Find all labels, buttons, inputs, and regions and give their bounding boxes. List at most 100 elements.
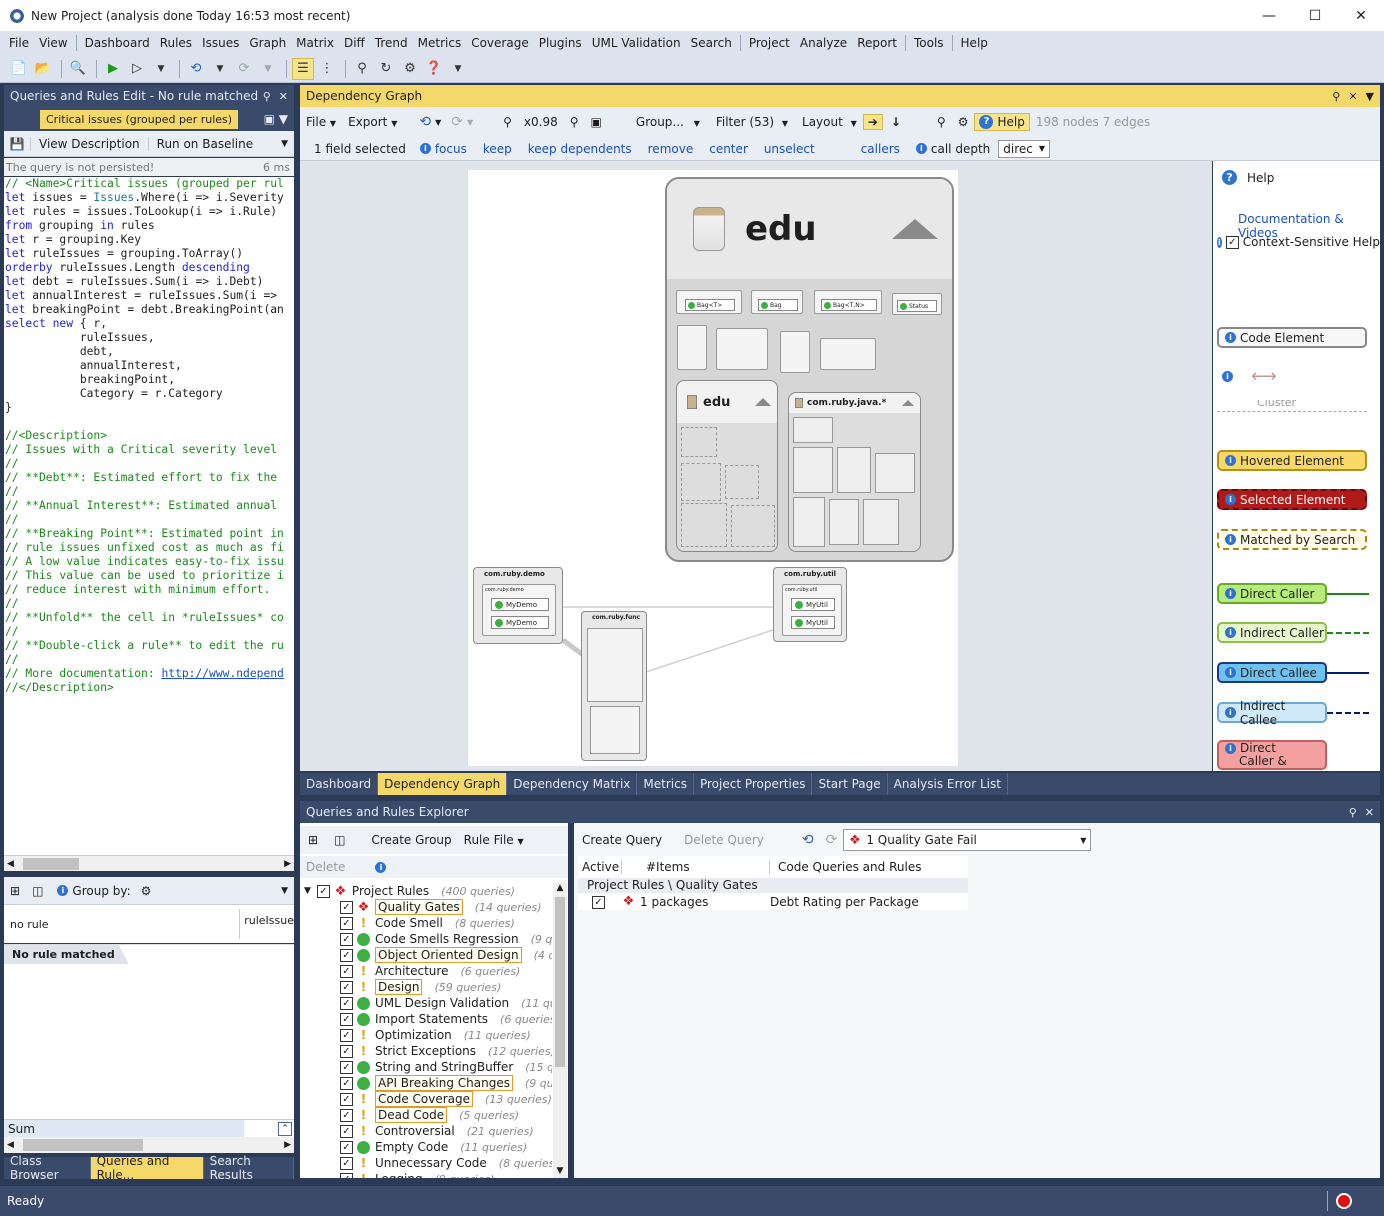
ruby-func-node[interactable]: com.ruby.func [581, 611, 647, 761]
col-ruleissues[interactable]: ruleIssue [239, 909, 294, 939]
direction-select[interactable]: direc ▼ [998, 139, 1051, 158]
graph-pin-icon[interactable]: ⚲ [1332, 90, 1340, 103]
action-keep-dependents[interactable]: keep dependents [528, 142, 632, 156]
menu-search[interactable]: Search [686, 36, 737, 50]
col-no-rule[interactable]: no rule [4, 918, 239, 931]
explorer-back-icon[interactable]: ⟲ [772, 832, 820, 848]
left-tab-2[interactable]: Search Results [204, 1154, 294, 1182]
rule-group-checkbox[interactable]: ✓ [340, 1092, 353, 1106]
rule-group-object-oriented-design[interactable]: ✓ Object Oriented Design (4 que [304, 947, 552, 963]
zoom-fit-icon[interactable]: ▣ [585, 115, 608, 129]
my-demo-node-1[interactable]: MyDemo [506, 601, 537, 609]
run-analysis-icon[interactable]: ▶ [102, 58, 124, 80]
run-options-icon[interactable]: ▷ [126, 58, 148, 80]
class-node-bag[interactable]: Bag [751, 290, 803, 314]
edu-inner-node[interactable]: edu [676, 380, 778, 552]
rule-group-strict-exceptions[interactable]: ✓! Strict Exceptions (12 queries) [304, 1043, 552, 1059]
menu-issues[interactable]: Issues [197, 36, 244, 50]
tab-menu-icon[interactable]: ▣ ▼ [264, 112, 294, 126]
center-tab-dashboard[interactable]: Dashboard [300, 773, 379, 795]
zoom-in-icon[interactable]: ⚲ [473, 115, 518, 129]
menu-view[interactable]: View [34, 36, 72, 50]
sum-collapse-icon[interactable]: ⌃ [278, 1121, 292, 1136]
maximize-button[interactable]: ☐ [1292, 0, 1338, 31]
delete-query-button[interactable]: Delete Query [670, 833, 772, 847]
delete-button[interactable]: Delete [300, 860, 351, 874]
query-row[interactable]: ✓ ❖ 1 packages Debt Rating per Package [578, 893, 968, 910]
menu-matrix[interactable]: Matrix [291, 36, 339, 50]
help-dropdown-icon[interactable]: ▼ [447, 58, 469, 80]
rule-group-code-coverage[interactable]: ✓! Code Coverage (13 queries) [304, 1091, 552, 1107]
rule-group-controversial[interactable]: ✓! Controversial (21 queries) [304, 1123, 552, 1139]
rule-group-import-statements[interactable]: ✓ Import Statements (6 queries) [304, 1011, 552, 1027]
rule-group-checkbox[interactable]: ✓ [340, 948, 353, 962]
collapse-triangle-icon[interactable] [892, 219, 938, 239]
class-node-a[interactable] [677, 325, 707, 370]
menu-file[interactable]: File [4, 36, 34, 50]
col-code-queries[interactable]: Code Queries and Rules [770, 860, 921, 874]
rule-group-checkbox[interactable]: ✓ [340, 1108, 353, 1122]
tree-root[interactable]: ▼ ✓ ❖ Project Rules (400 queries) [304, 883, 552, 899]
menu-uml-validation[interactable]: UML Validation [587, 36, 686, 50]
my-util-node-2[interactable]: MyUtil [806, 619, 828, 627]
query-toolbar-dropdown-icon[interactable]: ▼ [281, 139, 294, 149]
rule-group-design[interactable]: ✓! Design (59 queries) [304, 979, 552, 995]
rule-group-unnecessary-code[interactable]: ✓! Unnecessary Code (8 queries) [304, 1155, 552, 1171]
graph-back-icon[interactable]: ⟲ [403, 114, 435, 130]
tree-view-icon[interactable]: ☰ [292, 57, 314, 80]
open-project-icon[interactable]: 📂 [32, 58, 54, 80]
ruby-demo-node[interactable]: com.ruby.demo com.ruby.demo MyDemo MyDem… [473, 567, 563, 644]
left-tab-0[interactable]: Class Browser [4, 1154, 91, 1182]
menu-plugins[interactable]: Plugins [534, 36, 587, 50]
explorer-forward-icon[interactable]: ⟳ [820, 832, 844, 848]
graph-forward-icon[interactable]: ⟳ [441, 114, 467, 130]
quality-gate-select[interactable]: ❖ 1 Quality Gate Fail ▼ [843, 829, 1092, 851]
graph-menu-icon[interactable]: ▼ [1366, 90, 1374, 103]
rule-group-checkbox[interactable]: ✓ [340, 1076, 353, 1090]
run-dropdown-icon[interactable]: ▼ [150, 58, 172, 80]
rule-group-dead-code[interactable]: ✓! Dead Code (5 queries) [304, 1107, 552, 1123]
rule-group-checkbox[interactable]: ✓ [340, 1044, 353, 1058]
query-code-editor[interactable]: // <Name>Critical issues (grouped per ru… [4, 177, 294, 855]
menu-trend[interactable]: Trend [370, 36, 413, 50]
action-focus[interactable]: focus [435, 142, 467, 156]
explorer-collapse-icon[interactable]: ◫ [326, 833, 353, 847]
col-items[interactable]: #Items [622, 860, 770, 874]
my-demo-node-2[interactable]: MyDemo [506, 619, 537, 627]
create-group-button[interactable]: Create Group [353, 833, 463, 847]
graph-close-icon[interactable]: ✕ [1348, 90, 1357, 103]
explorer-close-icon[interactable]: ✕ [1365, 806, 1374, 819]
center-tab-metrics[interactable]: Metrics [637, 773, 694, 795]
critical-issues-tab[interactable]: Critical issues (grouped per rules) [40, 109, 239, 129]
class-node-mylinkedlist[interactable] [716, 328, 768, 370]
rule-group-code-smells-regression[interactable]: ✓ Code Smells Regression (9 que [304, 931, 552, 947]
context-help-toggle[interactable]: i ✓ Context-Sensitive Help [1217, 235, 1380, 249]
group-menu[interactable]: Group... ▼ [608, 115, 706, 129]
selection-info-icon[interactable]: i [419, 143, 431, 154]
new-project-icon[interactable]: 📄 [8, 58, 30, 80]
menu-tools[interactable]: Tools [909, 36, 949, 50]
explorer-info-icon[interactable]: i [375, 861, 387, 873]
pin-icon[interactable]: ⚲ [263, 90, 271, 103]
info-icon[interactable]: i [57, 885, 69, 896]
center-tab-dependency-matrix[interactable]: Dependency Matrix [507, 773, 638, 795]
layout-down-icon[interactable]: ↓ [883, 115, 909, 129]
save-icon[interactable]: 💾 [4, 137, 30, 151]
class-node-status[interactable]: Status [892, 293, 942, 315]
graph-export-menu[interactable]: Export ▼ [342, 115, 403, 129]
rule-group-quality-gates[interactable]: ✓ ❖ Quality Gates (14 queries) [304, 899, 552, 915]
documentation-link[interactable]: http://www.ndepend [161, 667, 283, 680]
class-node-b[interactable] [780, 331, 810, 373]
tree-vscrollbar[interactable]: ▲ ▼ [553, 883, 567, 1178]
rule-group-checkbox[interactable]: ✓ [340, 1012, 353, 1026]
graph-settings-icon[interactable]: ⚙ [952, 115, 975, 129]
create-query-button[interactable]: Create Query [574, 833, 670, 847]
rule-group-logging[interactable]: ✓! Logging (9 queries) [304, 1171, 552, 1178]
explorer-expand-icon[interactable]: ⊞ [300, 833, 326, 847]
rule-group-checkbox[interactable]: ✓ [340, 900, 353, 914]
rule-group-checkbox[interactable]: ✓ [340, 1156, 353, 1170]
menu-dashboard[interactable]: Dashboard [80, 36, 155, 50]
refresh-icon[interactable]: ↻ [375, 58, 397, 80]
center-tab-dependency-graph[interactable]: Dependency Graph [378, 773, 508, 795]
menu-rules[interactable]: Rules [155, 36, 197, 50]
